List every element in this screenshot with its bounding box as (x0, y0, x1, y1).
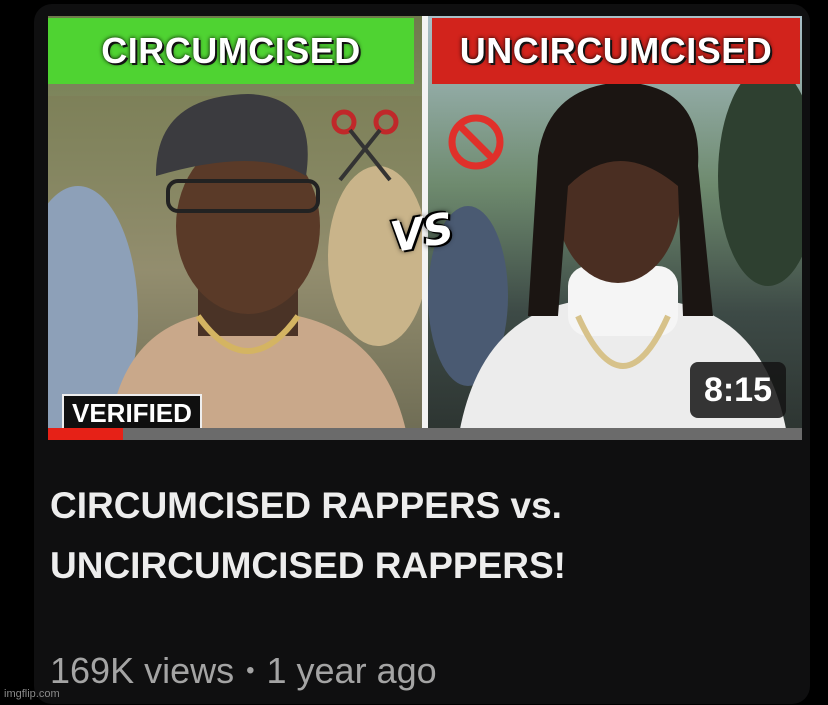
imgflip-watermark: imgflip.com (4, 688, 60, 700)
watch-progress-bar (48, 428, 802, 440)
banner-circumcised: CIRCUMCISED (48, 18, 414, 84)
duration-badge: 8:15 (689, 362, 786, 418)
verified-label: VERIFIED (62, 394, 202, 432)
watch-progress-fill (48, 428, 124, 440)
banner-uncircumcised: UNCIRCUMCISED (432, 18, 800, 84)
video-title[interactable]: CIRCUMCISED RAPPERS vs. UNCIRCUMCISED RA… (50, 476, 770, 596)
no-sign-icon (448, 114, 504, 170)
video-title-line-1: CIRCUMCISED RAPPERS vs. (50, 485, 562, 526)
view-count: 169K views (50, 650, 235, 691)
separator-dot: • (246, 657, 255, 684)
upload-age: 1 year ago (266, 650, 437, 691)
video-title-line-2: UNCIRCUMCISED RAPPERS! (50, 545, 566, 586)
scissors-icon (331, 109, 399, 182)
video-thumbnail[interactable]: CIRCUMCISED UNCIRCUMCISED VS VERIFIED 8:… (48, 16, 802, 440)
video-metadata: 169K views • 1 year ago (50, 650, 437, 692)
